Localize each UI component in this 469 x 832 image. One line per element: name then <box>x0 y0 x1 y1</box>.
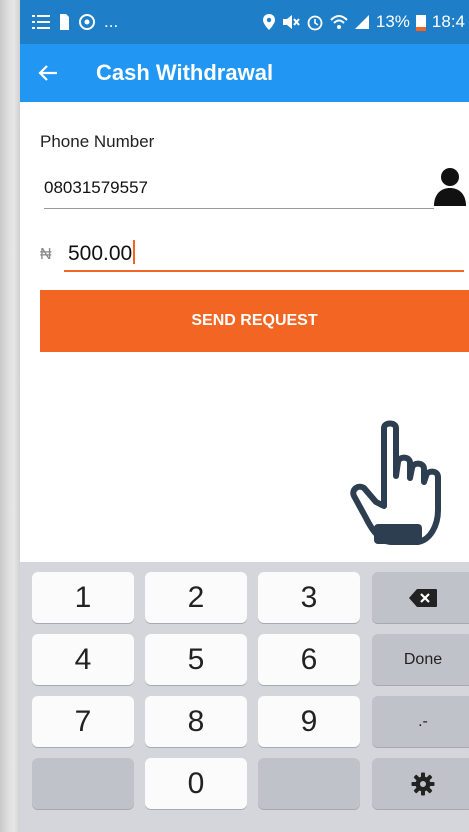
location-icon <box>262 14 275 30</box>
phone-number-field[interactable]: 08031579557 <box>44 174 434 209</box>
key-3[interactable]: 3 <box>258 572 360 623</box>
wifi-icon <box>330 15 348 29</box>
status-right: 13% 18:4 <box>262 12 469 32</box>
alarm-icon <box>307 15 323 31</box>
key-5[interactable]: 5 <box>145 634 247 685</box>
battery-percent: 13% <box>375 12 410 31</box>
page-title: Cash Withdrawal <box>96 60 274 85</box>
key-7[interactable]: 7 <box>32 696 134 747</box>
mute-icon <box>282 15 300 29</box>
backspace-key[interactable] <box>372 572 469 623</box>
key-8[interactable]: 8 <box>145 696 247 747</box>
send-request-button[interactable]: SEND REQUEST <box>40 290 469 352</box>
data-saver-icon <box>79 14 95 30</box>
numeric-keyboard: 1 2 3 4 5 6 Done 7 8 9 .- 0 <box>20 562 469 832</box>
app-bar: Cash Withdrawal <box>20 44 469 102</box>
key-6[interactable]: 6 <box>258 634 360 685</box>
key-1[interactable]: 1 <box>32 572 134 623</box>
contact-picker-icon[interactable] <box>432 166 468 208</box>
blank-key-left <box>32 758 134 809</box>
arrow-back-icon <box>38 65 57 81</box>
sim-card-icon <box>60 14 69 30</box>
status-bar: ... 13% 18:4 <box>20 0 469 44</box>
status-more-indicator: ... <box>104 12 119 31</box>
text-cursor <box>133 240 136 264</box>
status-left: ... <box>20 12 118 32</box>
punctuation-key[interactable]: .- <box>372 696 469 747</box>
key-2[interactable]: 2 <box>145 572 247 623</box>
amount-field[interactable]: 500.00 <box>64 236 464 272</box>
settings-key[interactable] <box>372 758 469 809</box>
pointing-hand-icon <box>350 420 441 545</box>
phone-number-label: Phone Number <box>40 132 155 151</box>
status-time: 18:4 <box>431 12 465 31</box>
window-edge <box>0 0 20 832</box>
key-9[interactable]: 9 <box>258 696 360 747</box>
key-0[interactable]: 0 <box>145 758 247 809</box>
amount-value: 500.00 <box>68 240 136 266</box>
back-button[interactable] <box>20 44 76 102</box>
done-key[interactable]: Done <box>372 634 469 685</box>
signal-icon <box>354 15 369 29</box>
backspace-icon <box>409 588 437 607</box>
gear-icon <box>411 772 435 795</box>
blank-key-right <box>258 758 360 809</box>
notification-list-icon <box>32 15 50 29</box>
main-content: Phone Number 08031579557 ₦ 500.00 SEND R… <box>20 102 469 562</box>
battery-icon <box>415 15 426 31</box>
currency-symbol: ₦ <box>40 246 52 263</box>
key-4[interactable]: 4 <box>32 634 134 685</box>
phone-number-value: 08031579557 <box>44 178 149 197</box>
